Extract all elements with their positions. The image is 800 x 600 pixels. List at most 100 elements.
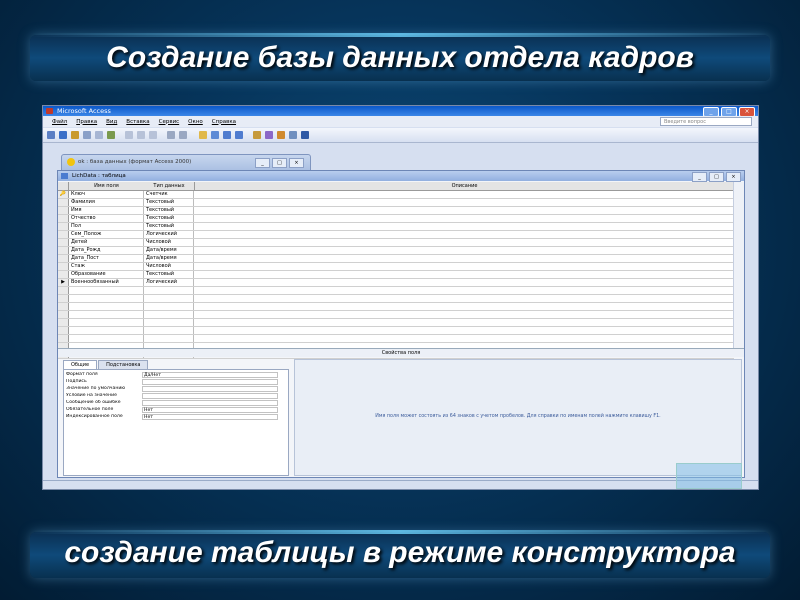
save-icon[interactable] (59, 131, 67, 139)
field-name-cell[interactable]: Военнообязанный (69, 279, 144, 286)
row-selector[interactable] (58, 271, 69, 278)
row-selector[interactable] (58, 247, 69, 254)
table-row[interactable]: Сем_Полож Логический (58, 231, 734, 239)
row-selector[interactable] (58, 207, 69, 214)
menu-window[interactable]: Окно (188, 119, 203, 125)
undo-icon[interactable] (167, 131, 175, 139)
table-row[interactable]: Образование Текстовый (58, 271, 734, 279)
table-row[interactable] (58, 303, 734, 311)
table-row[interactable]: Дата_Пост Дата/время (58, 255, 734, 263)
data-type-cell[interactable]: Текстовый (144, 207, 194, 214)
row-selector[interactable] (58, 319, 69, 326)
row-selector[interactable] (58, 311, 69, 318)
row-selector[interactable] (58, 215, 69, 222)
field-name-cell[interactable]: Образование (69, 271, 144, 278)
cut-icon[interactable] (125, 131, 133, 139)
field-name-cell[interactable] (69, 303, 144, 310)
data-type-cell[interactable] (144, 319, 194, 326)
field-name-cell[interactable]: Дата_Пост (69, 255, 144, 262)
build-icon[interactable] (265, 131, 273, 139)
redo-icon[interactable] (179, 131, 187, 139)
table-row[interactable] (58, 319, 734, 327)
property-value[interactable] (142, 379, 278, 385)
minimize-icon[interactable]: _ (692, 172, 707, 182)
data-type-cell[interactable]: Логический (144, 231, 194, 238)
row-selector[interactable] (58, 223, 69, 230)
tab-lookup[interactable]: Подстановка (98, 360, 149, 369)
database-window-icon[interactable] (277, 131, 285, 139)
property-value[interactable]: Нет (142, 407, 278, 413)
table-row[interactable]: Имя Текстовый (58, 207, 734, 215)
data-type-cell[interactable]: Логический (144, 279, 194, 286)
search-icon[interactable] (71, 131, 79, 139)
data-type-cell[interactable]: Текстовый (144, 215, 194, 222)
field-name-cell[interactable] (69, 327, 144, 334)
menu-insert[interactable]: Вставка (126, 119, 149, 125)
menu-edit[interactable]: Правка (76, 119, 97, 125)
field-name-cell[interactable]: Фамилия (69, 199, 144, 206)
help-icon[interactable] (301, 131, 309, 139)
row-selector[interactable] (58, 303, 69, 310)
table-row[interactable] (58, 311, 734, 319)
data-type-cell[interactable]: Счетчик (144, 191, 194, 198)
data-type-cell[interactable]: Дата/время (144, 247, 194, 254)
delete-rows-icon[interactable] (235, 131, 243, 139)
data-type-cell[interactable] (144, 327, 194, 334)
restore-icon[interactable]: □ (709, 172, 724, 182)
field-name-cell[interactable]: Имя (69, 207, 144, 214)
data-type-cell[interactable] (144, 303, 194, 310)
table-row[interactable]: Отчество Текстовый (58, 215, 734, 223)
menu-help[interactable]: Справка (212, 119, 236, 125)
indexes-icon[interactable] (211, 131, 219, 139)
property-value[interactable] (142, 393, 278, 399)
data-type-cell[interactable] (144, 311, 194, 318)
row-selector[interactable] (58, 263, 69, 270)
row-selector[interactable] (58, 287, 69, 294)
row-selector[interactable] (58, 255, 69, 262)
property-value[interactable]: Да/Нет (142, 372, 278, 378)
insert-rows-icon[interactable] (223, 131, 231, 139)
close-icon[interactable]: × (289, 158, 304, 168)
row-selector[interactable] (58, 327, 69, 334)
table-row[interactable] (58, 327, 734, 335)
minimize-icon[interactable]: _ (255, 158, 270, 168)
data-type-cell[interactable]: Числовой (144, 239, 194, 246)
data-type-cell[interactable] (144, 295, 194, 302)
menu-tools[interactable]: Сервис (159, 119, 180, 125)
data-type-cell[interactable]: Числовой (144, 263, 194, 270)
tab-general[interactable]: Общие (63, 360, 98, 369)
vertical-scrollbar[interactable] (733, 182, 744, 348)
data-type-cell[interactable]: Текстовый (144, 199, 194, 206)
ask-question-input[interactable]: Введите вопрос (660, 117, 752, 126)
table-row[interactable] (58, 335, 734, 343)
table-row[interactable]: Детей Числовой (58, 239, 734, 247)
property-value[interactable] (142, 400, 278, 406)
field-name-cell[interactable]: Детей (69, 239, 144, 246)
field-name-cell[interactable] (69, 295, 144, 302)
properties-icon[interactable] (253, 131, 261, 139)
table-row[interactable] (58, 295, 734, 303)
table-row[interactable]: 🔑 Ключ Счетчик (58, 191, 734, 199)
field-name-cell[interactable]: Ключ (69, 191, 144, 198)
field-name-cell[interactable]: Дата_Рожд (69, 247, 144, 254)
property-value[interactable]: Нет (142, 414, 278, 420)
close-icon[interactable]: × (726, 172, 741, 182)
menu-file[interactable]: Файл (52, 119, 67, 125)
row-selector[interactable] (58, 335, 69, 342)
data-type-cell[interactable]: Текстовый (144, 271, 194, 278)
row-selector[interactable] (58, 239, 69, 246)
paste-icon[interactable] (149, 131, 157, 139)
restore-icon[interactable]: □ (272, 158, 287, 168)
field-name-cell[interactable] (69, 319, 144, 326)
menu-view[interactable]: Вид (106, 119, 117, 125)
field-name-cell[interactable]: Стаж (69, 263, 144, 270)
row-selector[interactable]: ▶ (58, 279, 69, 286)
data-type-cell[interactable]: Текстовый (144, 223, 194, 230)
row-selector[interactable]: 🔑 (58, 191, 69, 198)
new-object-icon[interactable] (289, 131, 297, 139)
print-icon[interactable] (83, 131, 91, 139)
preview-icon[interactable] (95, 131, 103, 139)
table-row[interactable]: Пол Текстовый (58, 223, 734, 231)
property-value[interactable] (142, 386, 278, 392)
data-type-cell[interactable] (144, 335, 194, 342)
